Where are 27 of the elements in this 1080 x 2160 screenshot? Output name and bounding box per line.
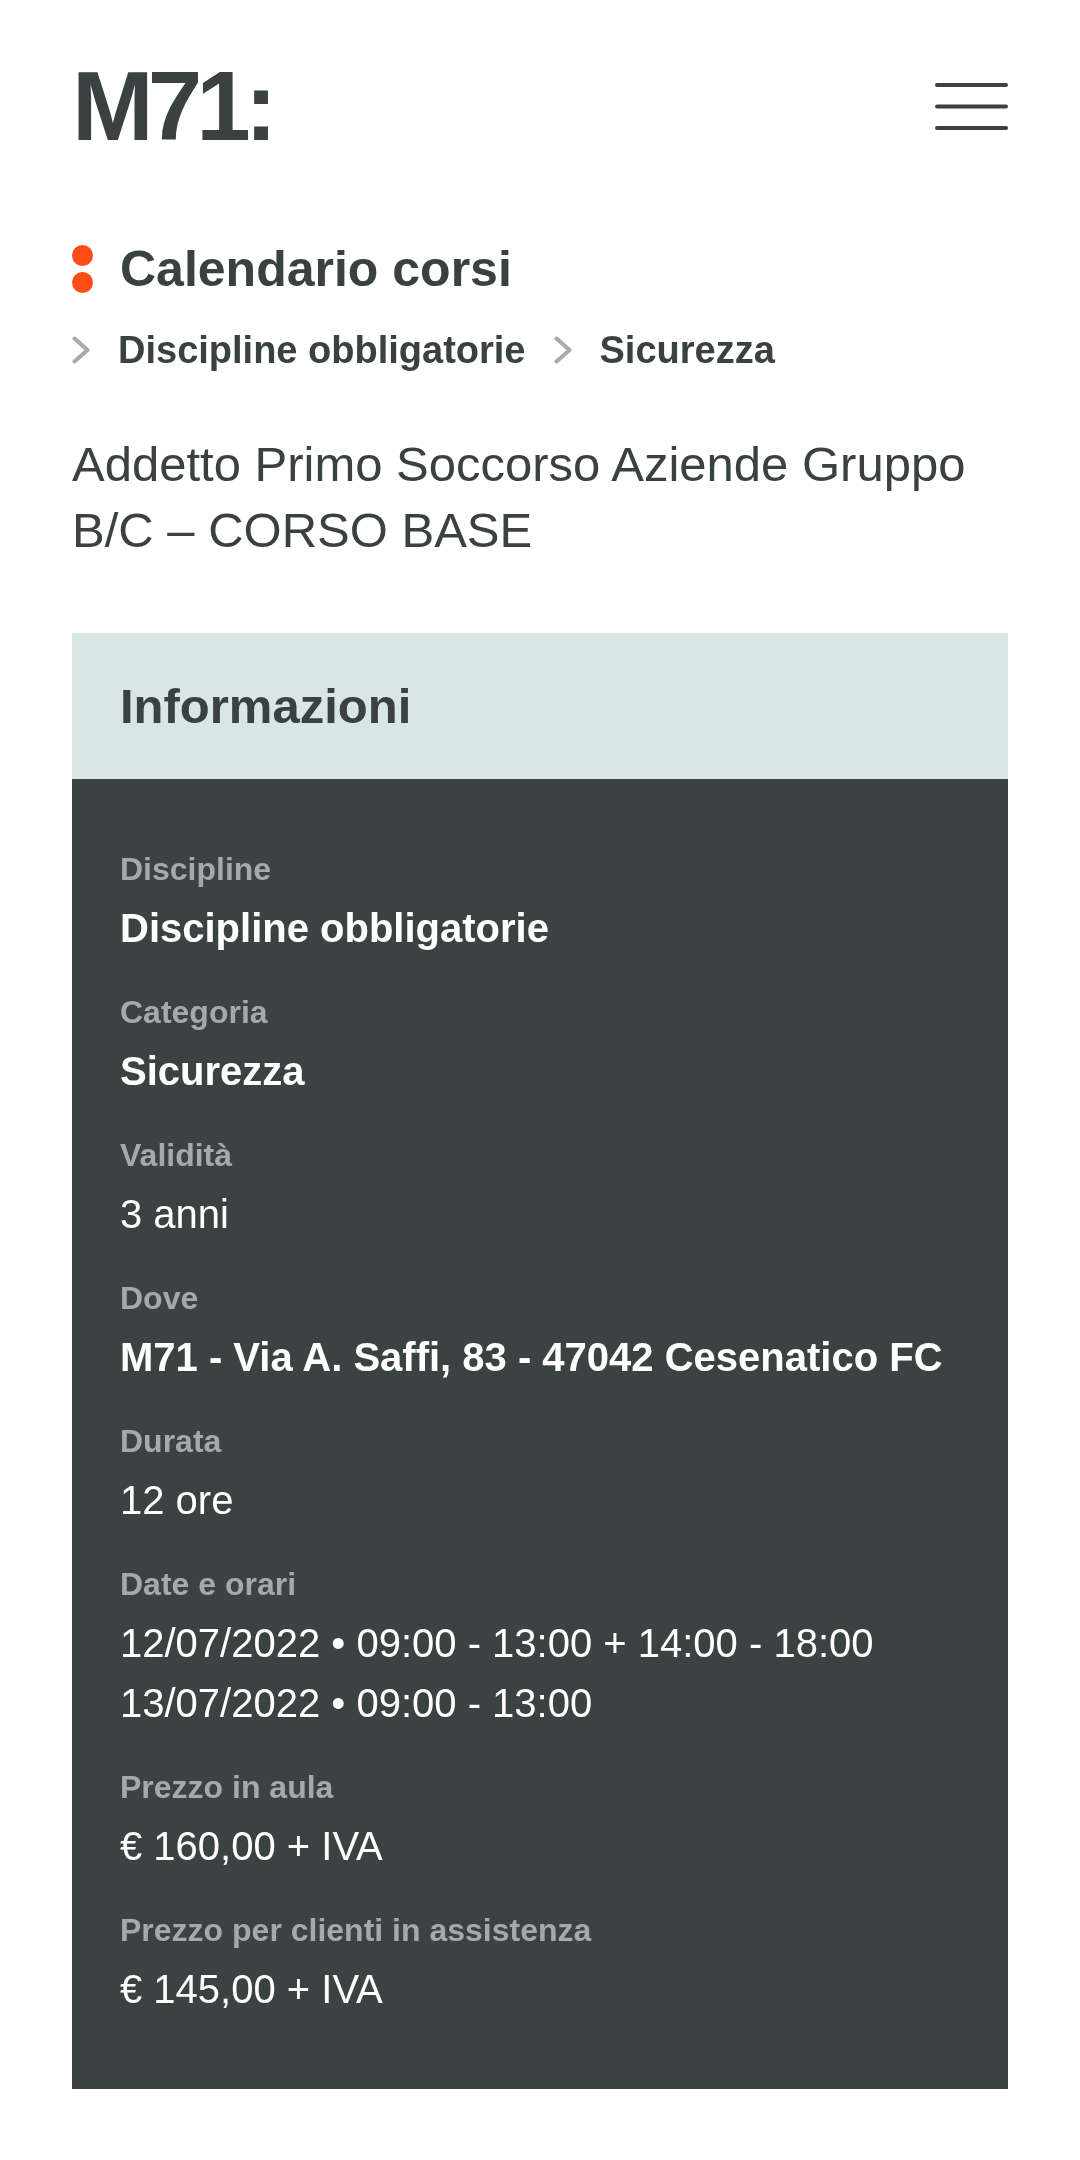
two-dots-icon	[72, 245, 93, 293]
breadcrumb-link[interactable]: Discipline obbligatorie	[118, 327, 526, 373]
logo[interactable]: M71:	[72, 57, 272, 155]
section-title: Calendario corsi	[120, 240, 512, 298]
field-value: Discipline obbligatorie	[120, 905, 550, 952]
field-value: 12/07/2022 • 09:00 - 13:00 + 14:00 - 18:00	[120, 1620, 875, 1667]
field-label: Date e orari	[120, 1565, 298, 1604]
field-value: 3 anni	[120, 1191, 230, 1238]
field-label: Validità	[120, 1136, 234, 1175]
menu-icon[interactable]	[935, 82, 1008, 130]
field-label: Durata	[120, 1422, 223, 1461]
course-title: Addetto Primo Soccorso Aziende Gruppo B/C – CORSO BASE	[72, 436, 967, 559]
field-value: Sicurezza	[120, 1048, 306, 1095]
chevron-right-icon	[72, 336, 90, 364]
field-label: Discipline	[120, 850, 273, 889]
field-value: 12 ore	[120, 1477, 235, 1524]
field-value: 13/07/2022 • 09:00 - 13:00	[120, 1680, 594, 1727]
field-label: Categoria	[120, 993, 269, 1032]
info-panel-header: Informazioni	[72, 633, 1008, 779]
field-value: M71 - Via A. Saffi, 83 - 47042 Cesenatico FC	[120, 1334, 944, 1381]
field-label: Prezzo per clienti in assistenza	[120, 1911, 593, 1950]
field-value: € 145,00 + IVA	[120, 1966, 384, 2013]
field-value: € 160,00 + IVA	[120, 1823, 384, 1870]
field-label: Prezzo in aula	[120, 1768, 335, 1807]
chevron-right-icon	[553, 336, 572, 364]
field-label: Dove	[120, 1279, 200, 1318]
breadcrumb-link[interactable]: Sicurezza	[599, 327, 775, 373]
